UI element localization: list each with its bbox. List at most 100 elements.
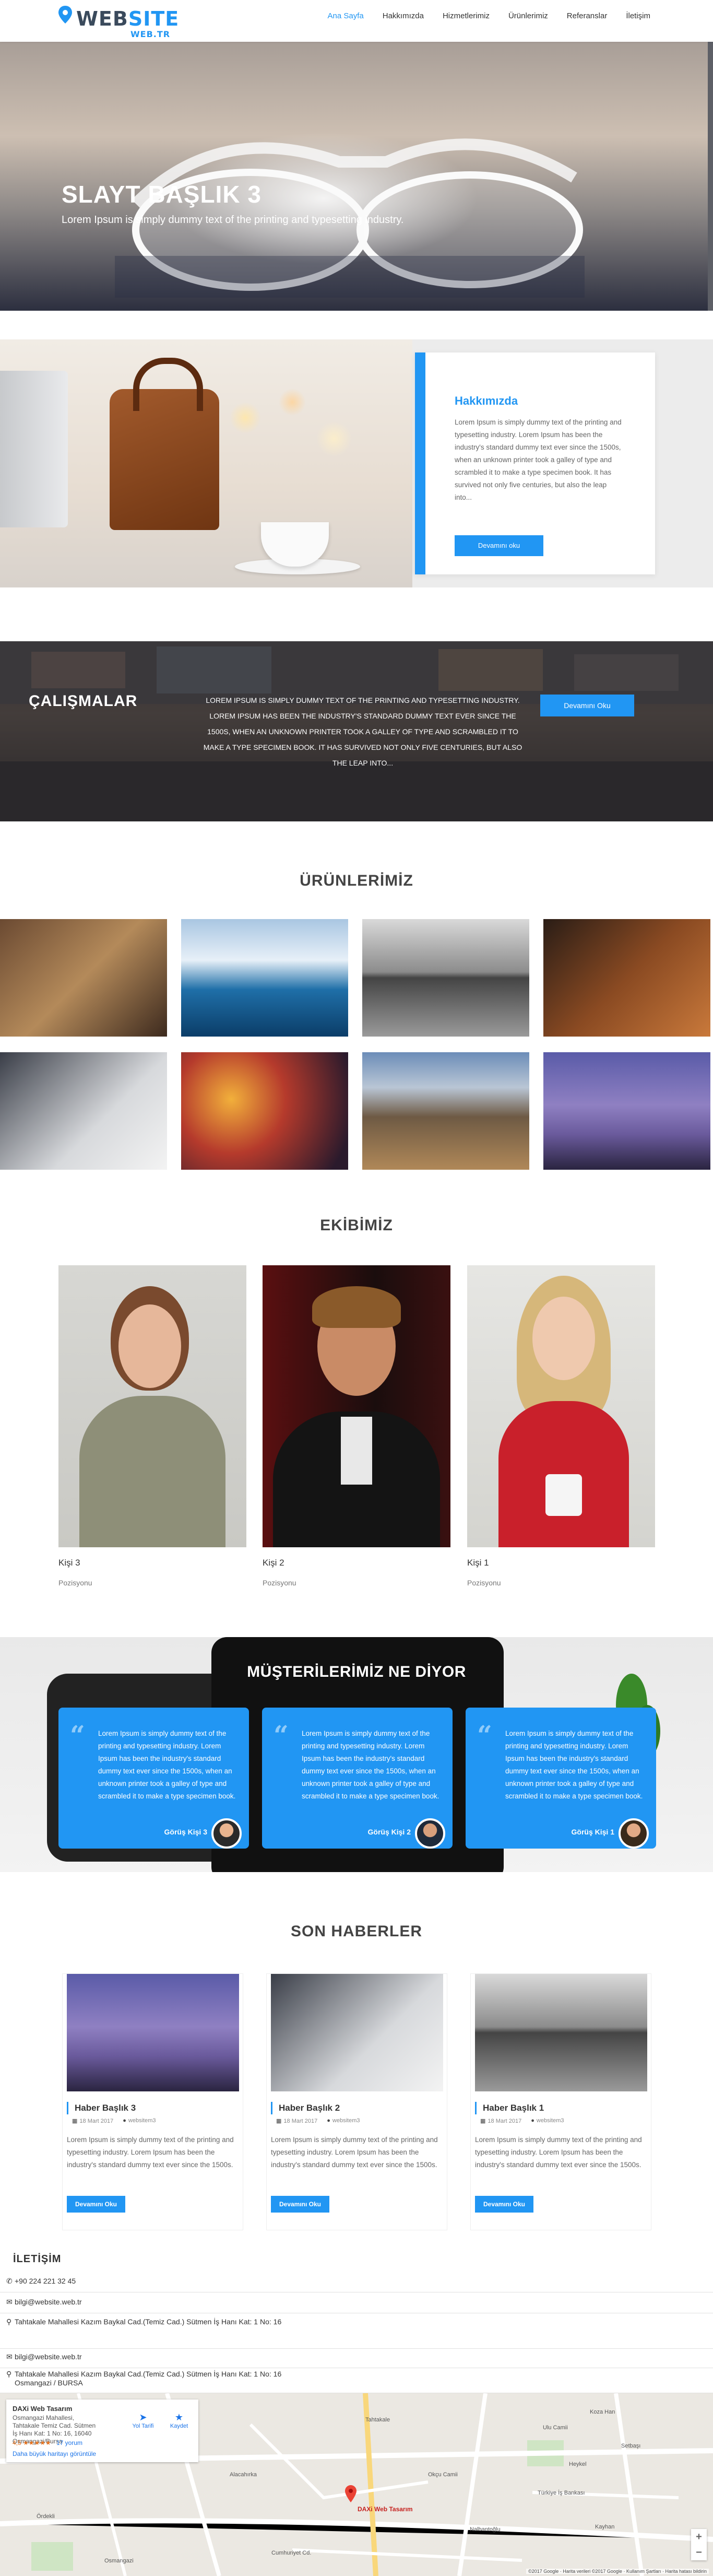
product-image[interactable]: [362, 1052, 529, 1170]
news-image[interactable]: [66, 1974, 239, 2091]
map-label: Ulu Camii: [543, 2425, 568, 2431]
about-section: Hakkımızda Lorem Ipsum is simply dummy t…: [0, 339, 713, 587]
directions-label: Yol Tarifi: [132, 2423, 154, 2429]
contact-title: İLETİŞİM: [13, 2253, 62, 2265]
map-save-button[interactable]: ★ Kaydet: [166, 2412, 192, 2429]
map-label: Nalbantoğlu: [470, 2526, 501, 2533]
team-member-card[interactable]: Kişi 1 Pozisyonu: [467, 1265, 655, 1587]
team-member-photo: [467, 1265, 655, 1547]
news-read-more-button[interactable]: Devamını Oku: [271, 2196, 329, 2213]
testimonials-section: MÜŞTERİLERİMİZ NE DİYOR “ Lorem Ipsum is…: [0, 1637, 713, 1872]
news-title[interactable]: Haber Başlık 3: [67, 2102, 239, 2114]
news-read-more-button[interactable]: Devamını Oku: [67, 2196, 125, 2213]
map-directions-button[interactable]: ➤ Yol Tarifi: [127, 2412, 159, 2429]
news-card: Haber Başlık 2 ▦ 18 Mart 2017 ● websitem3 …: [267, 1974, 447, 2230]
map-reviews-link[interactable]: 17 yorum: [56, 2439, 82, 2446]
map-label: Osmangazi: [104, 2558, 134, 2564]
site-logo[interactable]: WEBSITE WEB.TR: [57, 4, 193, 39]
contact-address: Tahtakale Mahallesi Kazım Baykal Cad.(Te…: [15, 2318, 282, 2326]
product-image[interactable]: [181, 919, 348, 1037]
map-zoom-control[interactable]: + −: [691, 2529, 707, 2560]
location-pin-icon: [58, 6, 72, 23]
product-image[interactable]: [181, 1052, 348, 1170]
nav-products[interactable]: Ürünlerimiz: [508, 11, 548, 20]
contact-email[interactable]: bilgi@website.web.tr: [15, 2352, 82, 2361]
map-marker-icon: ⚲: [6, 2370, 12, 2378]
nav-references[interactable]: Referanslar: [567, 11, 608, 20]
laptop-image: [0, 371, 68, 527]
news-title[interactable]: Haber Başlık 1: [475, 2102, 647, 2114]
quote-icon: “: [274, 1720, 289, 1750]
avatar: [415, 1818, 445, 1849]
map-bigger-link[interactable]: Daha büyük haritayı görüntüle: [13, 2450, 96, 2457]
quote-icon: “: [477, 1720, 492, 1750]
google-map[interactable]: Tahtakale Okçu Camii Ulu Camii Koza Han …: [0, 2393, 713, 2576]
nav-about[interactable]: Hakkımızda: [383, 11, 424, 20]
product-image[interactable]: [362, 919, 529, 1037]
contact-email[interactable]: bilgi@website.web.tr: [15, 2298, 82, 2306]
team-member-role: Pozisyonu: [58, 1579, 92, 1587]
team-member-card[interactable]: Kişi 2 Pozisyonu: [263, 1265, 450, 1587]
news-meta: ▦ 18 Mart 2017 ● websitem3: [480, 2118, 651, 2124]
about-image: [0, 339, 412, 587]
logo-subtext: WEB.TR: [130, 29, 171, 39]
nav-contact[interactable]: İletişim: [626, 11, 650, 20]
works-text: LOREM IPSUM IS SIMPLY DUMMY TEXT OF THE …: [203, 696, 522, 767]
hero-edge: [708, 42, 713, 311]
map-label: Ördekli: [37, 2513, 55, 2520]
map-marker-icon[interactable]: [344, 2485, 357, 2503]
testimonial-card: “ Lorem Ipsum is simply dummy text of th…: [466, 1708, 656, 1849]
team-member-name: Kişi 3: [58, 1558, 80, 1568]
contact-phone-row: ✆ +90 224 221 32 45: [0, 2277, 713, 2292]
map-marker-icon: ⚲: [6, 2318, 12, 2326]
team-member-photo: [58, 1265, 246, 1547]
team-member-card[interactable]: Kişi 3 Pozisyonu: [58, 1265, 246, 1587]
news-read-more-button[interactable]: Devamını Oku: [475, 2196, 533, 2213]
team-member-name: Kişi 1: [467, 1558, 489, 1568]
product-image[interactable]: [0, 1052, 167, 1170]
news-image[interactable]: [270, 1974, 443, 2091]
team-title: EKİBİMİZ: [320, 1217, 393, 1234]
about-title: Hakkımızda: [455, 394, 518, 407]
news-image[interactable]: [474, 1974, 647, 2091]
news-date: 18 Mart 2017: [283, 2118, 318, 2124]
zoom-in-icon[interactable]: +: [691, 2529, 707, 2545]
map-label: Alacahırka: [230, 2472, 257, 2478]
nav-services[interactable]: Hizmetlerimiz: [443, 11, 490, 20]
works-read-more-button[interactable]: Devamını Oku: [540, 695, 634, 716]
map-label: Cumhuriyet Cd.: [271, 2550, 312, 2556]
news-author: websitem3: [128, 2118, 156, 2124]
news-title[interactable]: Haber Başlık 2: [271, 2102, 443, 2114]
leather-bag-image: [110, 358, 219, 530]
hero-slider[interactable]: SLAYT BAŞLIK 3 Lorem Ipsum is simply dum…: [0, 42, 713, 311]
contact-city: Osmangazi / BURSA: [15, 2379, 83, 2387]
map-credit: ©2017 Google · Harita verileri ©2017 Goo…: [526, 2569, 709, 2574]
map-label: Türkiye İş Bankası: [538, 2490, 585, 2496]
product-image[interactable]: [543, 1052, 710, 1170]
about-text: Lorem Ipsum is simply dummy text of the …: [455, 418, 622, 501]
team-member-photo: [263, 1265, 450, 1547]
main-nav: Ana Sayfa Hakkımızda Hizmetlerimiz Ürünl…: [328, 11, 650, 20]
logo-text: WEBSITE: [76, 7, 180, 30]
testimonial-card: “ Lorem Ipsum is simply dummy text of th…: [262, 1708, 453, 1849]
product-image[interactable]: [543, 919, 710, 1037]
product-image[interactable]: [0, 919, 167, 1037]
calendar-icon: ▦: [480, 2118, 486, 2124]
contact-email-row: ✉ bilgi@website.web.tr: [0, 2298, 713, 2313]
news-card: Haber Başlık 3 ▦ 18 Mart 2017 ● websitem3 …: [63, 1974, 243, 2230]
zoom-out-icon[interactable]: −: [691, 2545, 707, 2560]
save-label: Kaydet: [170, 2423, 188, 2429]
testimonial-text: Lorem Ipsum is simply dummy text of the …: [505, 1730, 643, 1800]
about-read-more-button[interactable]: Devamını oku: [455, 535, 543, 556]
testimonial-author: Görüş Kişi 2: [367, 1828, 411, 1836]
envelope-icon: ✉: [6, 2298, 13, 2306]
contact-phone[interactable]: +90 224 221 32 45: [15, 2277, 76, 2285]
news-author: websitem3: [536, 2118, 564, 2124]
map-label: Koza Han: [590, 2409, 615, 2415]
calendar-icon: ▦: [72, 2118, 78, 2124]
products-title: ÜRÜNLERİMİZ: [300, 872, 413, 889]
news-author: websitem3: [332, 2118, 360, 2124]
nav-home[interactable]: Ana Sayfa: [328, 11, 364, 20]
user-icon: ●: [327, 2118, 330, 2124]
phone-icon: ✆: [6, 2277, 13, 2285]
